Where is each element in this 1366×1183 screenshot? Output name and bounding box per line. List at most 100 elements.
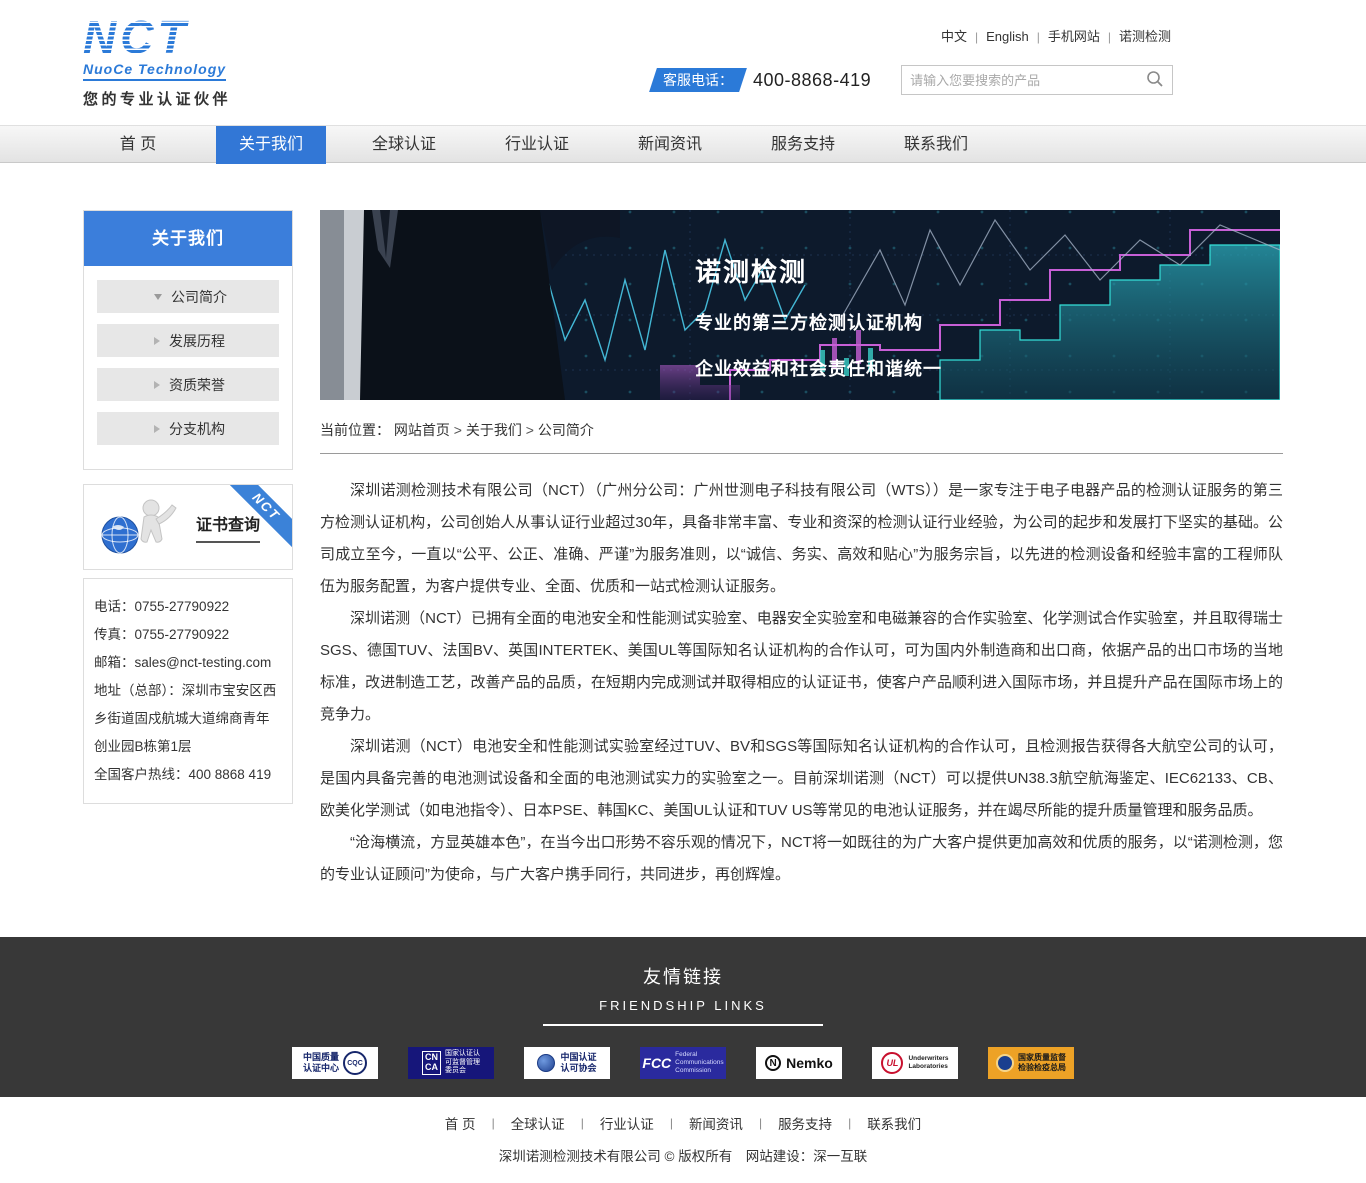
logo-text-line: 认可协会: [560, 1063, 596, 1074]
logo-text: NCT: [83, 14, 196, 60]
caret-right-icon: [154, 425, 160, 433]
search-button[interactable]: [1138, 66, 1172, 94]
footer-link-contact-us[interactable]: 联系我们: [832, 1113, 921, 1133]
search-box: [901, 65, 1173, 95]
article-paragraph: “沧海横流，方显英雄本色”，在当今出口形势不容乐观的情况下，NCT将一如既往的为…: [320, 827, 1283, 891]
company-logo[interactable]: NCT NuoCe Technology 您的专业认证伙伴: [83, 14, 323, 109]
logo-text-line: Nemko: [786, 1055, 833, 1071]
breadcrumb-about[interactable]: 关于我们: [466, 422, 538, 438]
sidebar-item-development-history[interactable]: 发展历程: [97, 324, 279, 357]
sidebar-item-label: 公司简介: [171, 287, 227, 307]
logo-text-line: Underwriters: [908, 1055, 948, 1063]
breadcrumb-label: 当前位置：: [320, 422, 390, 438]
link-mobile-site[interactable]: 手机网站: [1048, 29, 1100, 44]
nav-about-us[interactable]: 关于我们: [216, 126, 326, 164]
company-profile-article: 深圳诺测检测技术有限公司（NCT）（广州分公司：广州世测电子科技有限公司（WTS…: [320, 475, 1283, 891]
logo-text-line: 认证中心: [303, 1063, 339, 1074]
page: NCT NuoCe Technology 您的专业认证伙伴 中文 | English…: [0, 0, 1366, 1183]
sidebar-item-company-profile[interactable]: 公司简介: [97, 280, 279, 313]
nav-home[interactable]: 首 页: [83, 126, 193, 164]
contact-address: 地址（总部）：深圳市宝安区西乡街道固戍航城大道绵商青年创业园B栋第1层: [94, 677, 282, 761]
service-hotline: 客服电话： 400-8868-419: [653, 68, 871, 92]
logo-text-line: Laboratories: [908, 1063, 948, 1071]
cqc-seal-icon: CQC: [343, 1051, 367, 1075]
copyright-text: 深圳诺测检测技术有限公司 © 版权所有 网站建设：深一互联: [0, 1145, 1366, 1165]
link-english[interactable]: English: [986, 29, 1029, 44]
logo-text-line: 委员会: [445, 1067, 480, 1076]
footer-link-service-support[interactable]: 服务支持: [743, 1113, 832, 1133]
partner-logo-ul[interactable]: UL Underwriters Laboratories: [872, 1047, 958, 1079]
nav-global-certification[interactable]: 全球认证: [349, 126, 459, 164]
ccaa-globe-icon: [537, 1054, 555, 1072]
divider: |: [1108, 30, 1111, 44]
logo-slogan: 您的专业认证伙伴: [83, 88, 323, 109]
footer-link-news[interactable]: 新闻资讯: [654, 1113, 743, 1133]
logo-text-line: 检验检疫总局: [1018, 1063, 1066, 1073]
nav-industry-certification[interactable]: 行业认证: [482, 126, 592, 164]
sidebar-item-branches[interactable]: 分支机构: [97, 412, 279, 445]
partner-logo-row: 中国质量 认证中心 CQC CN CA 国家认证认 可监督管理 委员会: [0, 1047, 1366, 1079]
footer-link-home[interactable]: 首 页: [445, 1113, 476, 1133]
logo-text-line: 中国质量: [303, 1052, 339, 1063]
partner-logo-nemko[interactable]: N Nemko: [756, 1047, 842, 1079]
partner-logo-cqc[interactable]: 中国质量 认证中心 CQC: [292, 1047, 378, 1079]
search-input[interactable]: [902, 67, 1138, 93]
caret-right-icon: [154, 337, 160, 345]
fcc-abbr-icon: FCC: [642, 1055, 671, 1071]
logo-text-line: Commission: [675, 1067, 723, 1075]
contact-fax: 传真：0755-27790922: [94, 621, 282, 649]
logo-subtitle: NuoCe Technology: [83, 61, 226, 81]
sidebar-item-label: 发展历程: [169, 331, 225, 351]
banner-title: 诺测检测: [695, 252, 942, 289]
friendship-underline: [543, 1024, 823, 1026]
sidebar-title: 关于我们: [84, 211, 292, 266]
footer-nav: 首 页 全球认证 行业认证 新闻资讯 服务支持 联系我们: [0, 1113, 1366, 1133]
footer-link-industry-certification[interactable]: 行业认证: [565, 1113, 654, 1133]
sidebar: 关于我们 公司简介 发展历程 资质荣誉: [83, 210, 293, 804]
hotline-number: 400-8868-419: [753, 70, 871, 91]
partner-logo-cnca[interactable]: CN CA 国家认证认 可监督管理 委员会: [408, 1047, 494, 1079]
nav-service-support[interactable]: 服务支持: [748, 126, 858, 164]
logo-text-line: Communications: [675, 1059, 723, 1067]
friendship-links-footer: 友情链接 FRIENDSHIP LINKS 中国质量 认证中心 CQC CN C…: [0, 937, 1366, 1097]
ul-mark-icon: UL: [881, 1052, 903, 1074]
nav-news[interactable]: 新闻资讯: [615, 126, 725, 164]
contact-national-hotline: 全国客户热线：400 8868 419: [94, 761, 282, 789]
logo-text-line: 中国认证: [560, 1052, 596, 1063]
globe-figure-illustration: [94, 495, 186, 560]
article-paragraph: 深圳诺测（NCT）已拥有全面的电池安全和性能测试实验室、电器安全实验室和电磁兼容…: [320, 603, 1283, 731]
nav-contact-us[interactable]: 联系我们: [881, 126, 991, 164]
sidebar-item-qualification-honor[interactable]: 资质荣誉: [97, 368, 279, 401]
breadcrumb-company-profile: 公司简介: [538, 422, 594, 438]
friendship-title: 友情链接: [0, 963, 1366, 989]
main-nav: 首 页 关于我们 全球认证 行业认证 新闻资讯 服务支持 联系我们: [0, 125, 1366, 163]
article-paragraph: 深圳诺测检测技术有限公司（NCT）（广州分公司：广州世测电子科技有限公司（WTS…: [320, 475, 1283, 603]
nemko-n-icon: N: [765, 1055, 781, 1071]
hotline-badge: 客服电话：: [649, 68, 747, 92]
sidebar-item-label: 分支机构: [169, 419, 225, 439]
partner-logo-aqsiq[interactable]: 国家质量监督 检验检疫总局: [988, 1047, 1074, 1079]
partner-logo-fcc[interactable]: FCC Federal Communications Commission: [640, 1047, 726, 1079]
banner-subtitle-2: 企业效益和社会责任和谐统一: [695, 355, 942, 381]
aqsiq-emblem-icon: [996, 1054, 1014, 1072]
top-links: 中文|English|手机网站|诺测检测: [941, 26, 1213, 45]
site-header: NCT NuoCe Technology 您的专业认证伙伴 中文 | English…: [0, 0, 1366, 125]
logo-text-line: 国家认证认: [445, 1050, 480, 1059]
partner-logo-ccaa[interactable]: 中国认证 认可协会: [524, 1047, 610, 1079]
hero-banner: 诺测检测 专业的第三方检测认证机构 企业效益和社会责任和谐统一: [320, 210, 1280, 400]
contact-email: 邮箱：sales@nct-testing.com: [94, 649, 282, 677]
main-content: 诺测检测 专业的第三方检测认证机构 企业效益和社会责任和谐统一 当前位置： 网站…: [320, 210, 1283, 891]
footer-link-global-certification[interactable]: 全球认证: [476, 1113, 565, 1133]
sidebar-about-box: 关于我们 公司简介 发展历程 资质荣誉: [83, 210, 293, 470]
sidebar-item-label: 资质荣誉: [169, 375, 225, 395]
breadcrumb-home[interactable]: 网站首页: [394, 422, 466, 438]
bottom-footer: 首 页 全球认证 行业认证 新闻资讯 服务支持 联系我们 深圳诺测检测技术有限公…: [0, 1097, 1366, 1183]
contact-phone: 电话：0755-27790922: [94, 593, 282, 621]
banner-text: 诺测检测 专业的第三方检测认证机构 企业效益和社会责任和谐统一: [695, 252, 942, 381]
breadcrumb: 当前位置： 网站首页 关于我们 公司简介: [320, 420, 1283, 454]
divider: |: [1037, 30, 1040, 44]
certificate-query-box[interactable]: 证书查询 NCT: [83, 484, 293, 570]
link-nct-testing[interactable]: 诺测检测: [1119, 29, 1171, 44]
link-chinese[interactable]: 中文: [941, 29, 967, 44]
caret-right-icon: [154, 381, 160, 389]
